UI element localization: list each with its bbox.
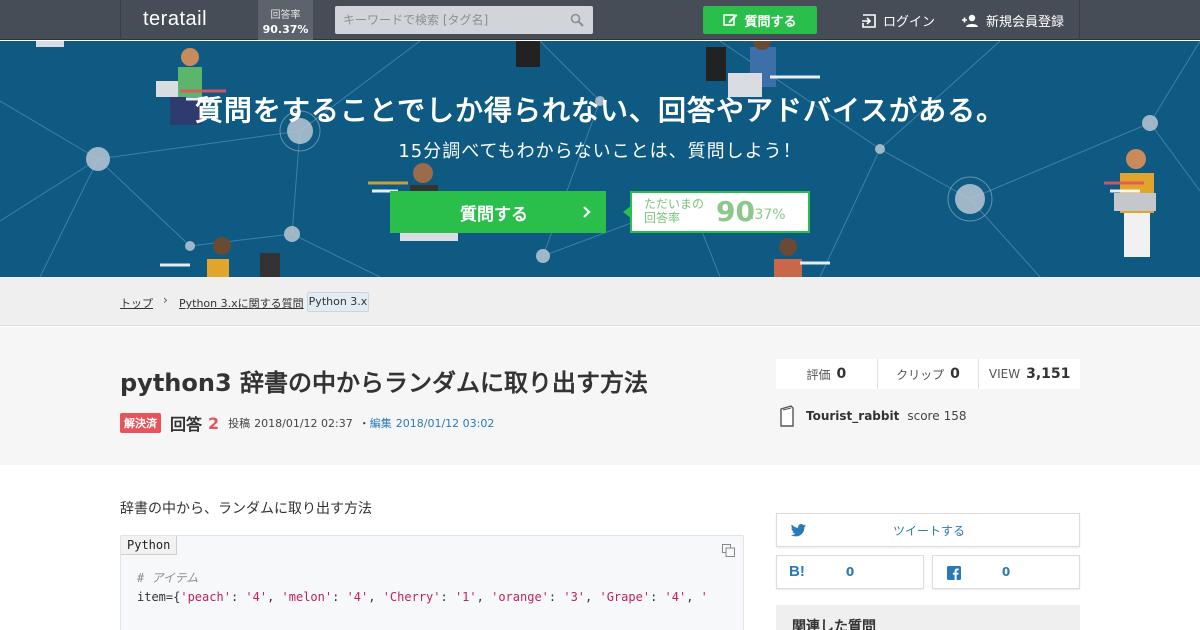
code-token: , xyxy=(585,590,600,604)
answer-rate-box: 回答率 90.37% xyxy=(258,0,313,40)
hero-ask-button[interactable]: 質問する xyxy=(390,191,606,233)
breadcrumb-category[interactable]: Python 3.xに関する質問 xyxy=(179,295,304,311)
add-user-icon xyxy=(962,14,978,27)
code-comment: # アイテム xyxy=(137,571,199,585)
hatena-bookmark-button[interactable]: B! 0 xyxy=(776,555,924,589)
code-token: '4' xyxy=(245,590,268,604)
code-token: : xyxy=(440,590,455,604)
question-header: python3 辞書の中からランダムに取り出す方法 解決済 回答 2 投稿 20… xyxy=(0,327,1200,465)
header-divider xyxy=(120,0,121,40)
hero-title: 質問をすることでしか得られない、回答やアドバイスがある。 xyxy=(194,94,1006,127)
top-header: teratail 回答率 90.37% 質問する ログイン 新規会員登録 xyxy=(0,0,1200,40)
author-score-label: score xyxy=(907,409,940,423)
header-ask-button[interactable]: 質問する xyxy=(703,6,817,34)
login-icon xyxy=(862,13,876,28)
answers-count[interactable]: 2 xyxy=(208,414,219,433)
header-divider xyxy=(1079,0,1080,40)
code-token: 'peach' xyxy=(180,590,231,604)
copy-icon[interactable] xyxy=(722,544,735,557)
code-token: item={ xyxy=(137,590,181,604)
solved-badge: 解決済 xyxy=(120,413,161,433)
tweet-button[interactable]: ツイートする xyxy=(776,513,1080,547)
rating-value: 0 xyxy=(836,366,847,382)
code-token: 'orange' xyxy=(491,590,549,604)
view-label: VIEW xyxy=(988,367,1021,381)
hero-rate-label-line2: 回答率 xyxy=(644,211,681,225)
hero-rate-label: ただいまの 回答率 xyxy=(644,197,704,225)
code-block: Python # アイテム item={'peach': '4', 'melon… xyxy=(120,535,744,630)
code-content: # アイテム item={'peach': '4', 'melon': '4',… xyxy=(137,569,708,607)
question-stats: 評価 0 クリップ 0 VIEW 3,151 xyxy=(776,359,1080,389)
code-token: : xyxy=(332,590,347,604)
code-token: 'Cherry' xyxy=(382,590,441,604)
avatar[interactable] xyxy=(778,405,796,427)
question-meta: 解決済 回答 2 投稿 2018/01/12 02:37 ・ 編集 2018/0… xyxy=(120,413,495,434)
rating-label: 評価 xyxy=(806,367,831,382)
edit-icon xyxy=(723,14,738,26)
chevron-right-icon xyxy=(583,206,591,218)
author-info: Tourist_rabbit score 158 xyxy=(778,405,967,427)
posted-date: 2018/01/12 02:37 xyxy=(254,416,353,430)
login-link[interactable]: ログイン xyxy=(862,11,935,30)
search-box xyxy=(335,6,593,34)
view-value: 3,151 xyxy=(1026,366,1071,382)
related-questions-panel: 関連した質問 xyxy=(776,605,1080,630)
answer-rate-label: 回答率 xyxy=(270,10,301,21)
question-title: python3 辞書の中からランダムに取り出す方法 xyxy=(120,369,649,397)
code-token: , xyxy=(267,590,282,604)
hero-rate-label-line1: ただいまの xyxy=(644,197,705,211)
signup-label: 新規会員登録 xyxy=(986,15,1065,30)
code-token: : xyxy=(548,590,564,604)
related-questions-title: 関連した質問 xyxy=(792,619,876,630)
code-token: '1' xyxy=(454,590,477,604)
code-token: : xyxy=(230,590,246,604)
edit-date: 2018/01/12 03:02 xyxy=(395,416,495,430)
author-name[interactable]: Tourist_rabbit xyxy=(806,409,899,423)
clip-value: 0 xyxy=(950,366,960,382)
signup-link[interactable]: 新規会員登録 xyxy=(962,11,1064,30)
facebook-share-button[interactable]: 0 xyxy=(932,555,1080,589)
header-ask-label: 質問する xyxy=(744,14,797,30)
answer-rate-value: 90.37% xyxy=(262,23,309,36)
hero-banner: 質問をすることでしか得られない、回答やアドバイスがある。 15分調べてもわからな… xyxy=(0,41,1200,277)
edit-label[interactable]: 編集 xyxy=(370,415,392,431)
code-token: , xyxy=(476,590,492,604)
breadcrumb-tag[interactable]: Python 3.x xyxy=(307,292,369,312)
facebook-count: 0 xyxy=(1001,565,1011,579)
posted-label: 投稿 xyxy=(228,417,251,430)
hatena-count: 0 xyxy=(845,565,855,579)
code-token: , xyxy=(368,590,383,604)
hero-subtitle: 15分調べてもわからないことは、質問しよう！ xyxy=(398,141,802,162)
code-token: 'Grape' xyxy=(599,590,651,604)
search-icon[interactable] xyxy=(570,13,584,27)
code-token: '4' xyxy=(346,590,369,604)
author-score-value: 158 xyxy=(943,409,967,423)
view-stat: VIEW 3,151 xyxy=(979,359,1080,389)
code-token: 'melon' xyxy=(281,590,333,604)
question-body: 辞書の中から、ランダムに取り出す方法 xyxy=(120,501,372,517)
site-logo[interactable]: teratail xyxy=(143,8,207,31)
code-token: , xyxy=(686,590,701,604)
meta-dot: ・ xyxy=(358,417,370,430)
clip-stat: クリップ 0 xyxy=(878,359,980,389)
tweet-label: ツイートする xyxy=(892,523,965,538)
search-input[interactable] xyxy=(335,6,565,34)
code-token: '4' xyxy=(664,590,687,604)
hero-answer-rate: ただいまの 回答率 90 .37% xyxy=(623,191,810,233)
hero-rate-decimal: .37% xyxy=(750,207,786,223)
hero-ask-label: 質問する xyxy=(460,204,528,225)
breadcrumb-top[interactable]: トップ xyxy=(120,295,153,311)
login-label: ログイン xyxy=(883,15,936,30)
code-token: : xyxy=(650,590,665,604)
breadcrumb: トップ › Python 3.xに関する質問 xyxy=(0,277,1200,326)
answers-label: 回答 xyxy=(170,415,203,434)
rating-stat: 評価 0 xyxy=(776,359,878,389)
code-line: item={'peach': '4', 'melon': '4', 'Cherr… xyxy=(137,590,708,604)
clip-label: クリップ xyxy=(896,367,945,382)
breadcrumb-separator: › xyxy=(163,293,168,307)
code-language-label: Python xyxy=(121,536,178,555)
code-token: ' xyxy=(700,590,708,604)
code-token: '3' xyxy=(563,590,586,604)
